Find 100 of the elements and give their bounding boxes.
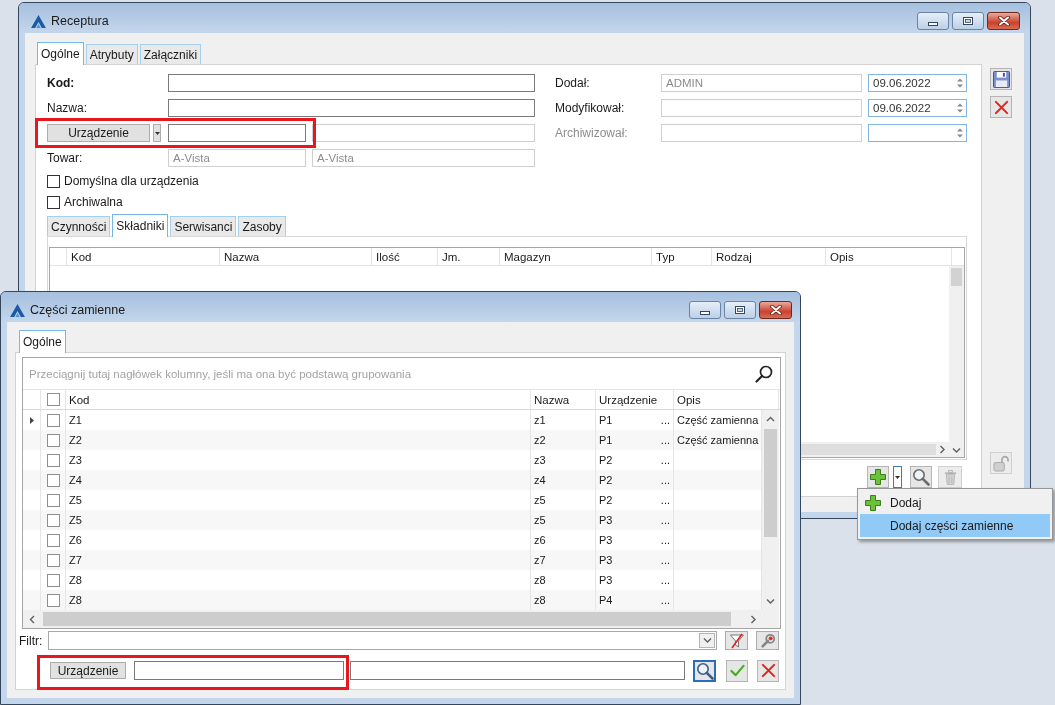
cancel-button[interactable] <box>757 659 779 682</box>
checkbox[interactable] <box>46 493 60 507</box>
close-button[interactable] <box>987 12 1020 30</box>
filter-field[interactable] <box>48 631 717 650</box>
table-row[interactable]: Z5 z5 P3 ... <box>23 510 762 530</box>
vertical-scrollbar[interactable] <box>949 266 964 457</box>
menu-item[interactable]: Dodaj <box>860 491 1050 514</box>
checkbox[interactable] <box>46 553 60 567</box>
spinner-icon[interactable] <box>957 77 963 89</box>
chevron-right-icon[interactable] <box>938 445 945 454</box>
column-header[interactable]: Opis <box>674 390 779 409</box>
checkbox[interactable] <box>46 533 60 547</box>
column-header[interactable]: Nazwa <box>531 390 596 409</box>
tab[interactable]: Ogólne <box>19 330 66 353</box>
vertical-scrollbar[interactable] <box>762 410 779 610</box>
text-field[interactable]: A-Vista <box>168 149 306 167</box>
dropdown-button[interactable] <box>699 633 715 648</box>
chevron-left-icon[interactable] <box>29 614 36 624</box>
search-button[interactable] <box>693 659 716 682</box>
ellipsis-button[interactable]: ... <box>660 554 670 566</box>
minimize-button[interactable] <box>689 301 721 319</box>
column-header[interactable]: Opis <box>826 248 952 265</box>
dropdown-button[interactable] <box>893 466 902 488</box>
scrollbar-thumb[interactable] <box>42 612 731 626</box>
text-field[interactable] <box>168 99 535 117</box>
tab[interactable]: Czynności <box>47 216 111 236</box>
checkbox[interactable] <box>46 593 60 607</box>
search-icon[interactable] <box>754 363 774 384</box>
table-row[interactable]: Z4 z4 P2 ... <box>23 470 762 490</box>
spinner-icon[interactable] <box>957 102 963 114</box>
ellipsis-button[interactable]: ... <box>660 414 670 426</box>
minimize-button[interactable] <box>917 12 949 30</box>
logo-icon <box>31 14 46 28</box>
clear-filter-button[interactable] <box>725 631 748 650</box>
checkbox[interactable] <box>47 174 60 188</box>
ellipsis-button[interactable]: ... <box>660 494 670 506</box>
maximize-button[interactable] <box>952 12 984 30</box>
menu-item[interactable]: Dodaj części zamienne <box>860 514 1050 537</box>
table-row[interactable]: Z2 z2 P1 ... Część zamienna <box>23 430 762 450</box>
ellipsis-button[interactable]: ... <box>660 454 670 466</box>
chevron-right-icon[interactable] <box>749 614 756 624</box>
scrollbar-thumb[interactable] <box>764 428 777 537</box>
date-field[interactable]: 09.06.2022 <box>868 74 967 92</box>
scrollbar-thumb[interactable] <box>951 268 962 286</box>
search-button[interactable] <box>910 466 932 488</box>
tab[interactable]: Składniki <box>112 214 169 237</box>
horizontal-scrollbar[interactable] <box>23 610 762 628</box>
tab[interactable]: Atrybuty <box>85 44 138 64</box>
save-button[interactable] <box>990 68 1012 90</box>
ellipsis-button[interactable]: ... <box>660 594 670 606</box>
table-row[interactable]: Z7 z7 P3 ... <box>23 550 762 570</box>
spinner-icon[interactable] <box>957 127 963 139</box>
chevron-down-icon[interactable] <box>766 597 775 604</box>
tab[interactable]: Zasoby <box>238 216 286 236</box>
column-header[interactable]: Ilość <box>372 248 438 265</box>
text-field[interactable] <box>168 124 306 142</box>
chevron-up-icon[interactable] <box>766 416 775 423</box>
checkbox[interactable] <box>46 393 60 406</box>
device-button[interactable]: Urządzenie <box>47 124 150 142</box>
text-field[interactable] <box>134 661 344 680</box>
device-button[interactable]: Urządzenie <box>50 662 126 679</box>
dropdown-button[interactable] <box>153 124 161 142</box>
text-field[interactable]: ADMIN <box>661 74 862 92</box>
date-field[interactable] <box>868 124 967 142</box>
column-header[interactable]: Nazwa <box>220 248 372 265</box>
checkbox[interactable] <box>46 413 60 427</box>
column-header[interactable]: Kod <box>66 390 531 409</box>
column-header[interactable]: Urządzenie <box>596 390 674 409</box>
ellipsis-button[interactable]: ... <box>660 534 670 546</box>
close-button[interactable] <box>759 301 792 319</box>
checkbox[interactable] <box>46 573 60 587</box>
column-header[interactable]: Typ <box>652 248 712 265</box>
date-field[interactable]: 09.06.2022 <box>868 99 967 117</box>
text-field[interactable]: A-Vista <box>312 149 535 167</box>
chevron-down-icon[interactable] <box>952 446 961 453</box>
text-field[interactable] <box>350 661 685 680</box>
cancel-button[interactable] <box>990 96 1012 118</box>
filter-settings-button[interactable] <box>756 631 779 650</box>
table-row[interactable]: Z8 z8 P4 ... <box>23 590 762 610</box>
text-field[interactable] <box>168 74 535 92</box>
chevron-down-icon[interactable] <box>702 637 712 644</box>
ellipsis-button[interactable]: ... <box>660 574 670 586</box>
checkbox[interactable] <box>47 195 60 209</box>
ellipsis-button[interactable]: ... <box>660 474 670 486</box>
checkbox[interactable] <box>46 433 60 447</box>
tab[interactable]: Ogólne <box>37 42 84 65</box>
checkbox[interactable] <box>46 453 60 467</box>
column-header[interactable]: Magazyn <box>500 248 652 265</box>
add-button[interactable] <box>867 466 889 488</box>
column-header[interactable]: Kod <box>67 248 220 265</box>
confirm-button[interactable] <box>726 659 748 682</box>
ellipsis-button[interactable]: ... <box>660 514 670 526</box>
ellipsis-button[interactable]: ... <box>660 434 670 446</box>
tab[interactable]: Serwisanci <box>170 216 237 236</box>
checkbox[interactable] <box>46 513 60 527</box>
checkbox[interactable] <box>46 473 60 487</box>
column-header[interactable]: Rodzaj <box>712 248 826 265</box>
column-header[interactable]: Jm. <box>438 248 500 265</box>
maximize-button[interactable] <box>724 301 756 319</box>
tab[interactable]: Załączniki <box>139 44 202 64</box>
